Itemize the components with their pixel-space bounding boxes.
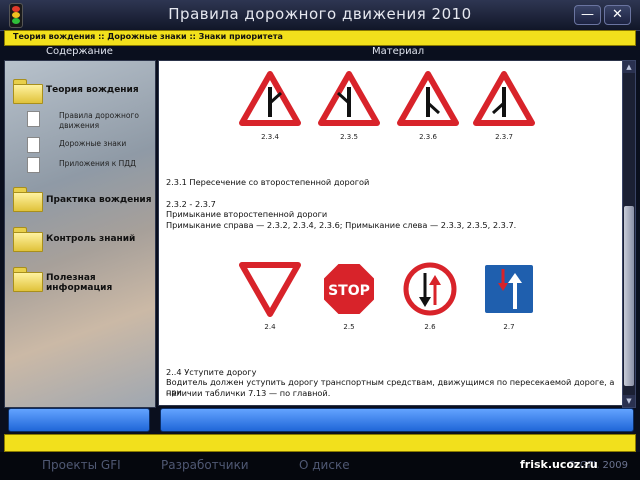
- paragraph-2-3-1: 2.3.1 Пересечение со второстепенной доро…: [166, 177, 370, 187]
- content-scrollbar[interactable]: ▲ ▼: [622, 60, 636, 408]
- sign-caption: 2.3.4: [261, 133, 279, 141]
- sign-caption: 2.3.5: [340, 133, 358, 141]
- minimize-button[interactable]: —: [574, 5, 601, 25]
- content-action-bar[interactable]: [160, 408, 634, 432]
- sidebar-section-label: Контроль знаний: [46, 234, 136, 244]
- sidebar-item-road-signs[interactable]: Дорожные знаки: [59, 139, 126, 149]
- folder-icon: [13, 267, 43, 292]
- sign-caption: 2.6: [424, 323, 436, 331]
- sidebar-header: Содержание: [46, 46, 113, 57]
- scroll-up-arrow-icon[interactable]: ▲: [623, 61, 635, 73]
- footer-link-developers[interactable]: Разработчики: [161, 458, 249, 472]
- sidebar: Теория вождения Правила дорожного движен…: [4, 60, 156, 408]
- paragraph-2-3-2-body: Примыкание справа — 2.3.2, 2.3.4, 2.3.6;…: [166, 220, 517, 230]
- sign-caption: 2.3.6: [419, 133, 437, 141]
- sidebar-section-label: Практика вождения: [46, 195, 152, 205]
- content-pane: 2.3.4 2.3.5 2.3.6 2.3.7 2.3.1 Пересечени…: [158, 60, 623, 406]
- content-header: Материал: [372, 46, 425, 57]
- footer-link-projects[interactable]: Проекты GFI: [42, 458, 121, 472]
- sidebar-section-label: Теория вождения: [46, 85, 139, 95]
- sign-caption: 2.7: [503, 323, 515, 331]
- sign-2-3-7-icon: [473, 71, 535, 126]
- document-icon: [27, 157, 40, 173]
- scroll-down-arrow-icon[interactable]: ▼: [623, 395, 635, 407]
- sign-2-3-4-icon: [239, 71, 301, 126]
- scrollbar-thumb[interactable]: [624, 206, 634, 386]
- paragraph-2-3-2-title: 2.3.2 - 2.3.7: [166, 199, 216, 209]
- folder-icon: [13, 227, 43, 252]
- window-title: Правила дорожного движения 2010: [168, 5, 472, 23]
- priority-over-oncoming-sign-icon: [483, 263, 535, 315]
- title-bar: Правила дорожного движения 2010 — ✕: [0, 0, 640, 31]
- sign-2-3-5-icon: [318, 71, 380, 126]
- paragraph-2-3-2-subtitle: Примыкание второстепенной дороги: [166, 209, 328, 219]
- sidebar-item-appendices[interactable]: Приложения к ПДД: [59, 159, 136, 169]
- stop-sign-icon: STOP: [322, 262, 376, 316]
- document-icon: [27, 137, 40, 153]
- breadcrumb-bar: Теория вождения :: Дорожные знаки :: Зна…: [4, 30, 636, 46]
- folder-open-icon: [13, 79, 43, 104]
- status-bar: [4, 434, 636, 452]
- sidebar-action-bar[interactable]: [8, 408, 150, 432]
- yield-sign-icon: [239, 262, 301, 317]
- oncoming-priority-sign-icon: [403, 262, 457, 316]
- footer-link-about-disc[interactable]: О диске: [299, 458, 350, 472]
- sign-caption: 2.3.7: [495, 133, 513, 141]
- watermark: frisk.ucoz.ru: [520, 458, 598, 471]
- close-button[interactable]: ✕: [604, 5, 631, 25]
- paragraph-2-4-body-cont: наличии таблички 7.13 — по главной.: [166, 388, 331, 398]
- sign-caption: 2.4: [264, 323, 276, 331]
- document-icon: [27, 111, 40, 127]
- sidebar-section-label: Полезная информация: [46, 273, 113, 293]
- folder-icon: [13, 187, 43, 212]
- paragraph-2-4-title: 2..4 Уступите дорогу: [166, 367, 257, 377]
- stop-sign-text: STOP: [328, 283, 370, 299]
- sign-2-3-6-icon: [397, 71, 459, 126]
- sign-caption: 2.5: [343, 323, 355, 331]
- breadcrumb: Теория вождения :: Дорожные знаки :: Зна…: [13, 32, 283, 41]
- sidebar-item-traffic-rules[interactable]: Правила дорожного движения: [59, 111, 151, 131]
